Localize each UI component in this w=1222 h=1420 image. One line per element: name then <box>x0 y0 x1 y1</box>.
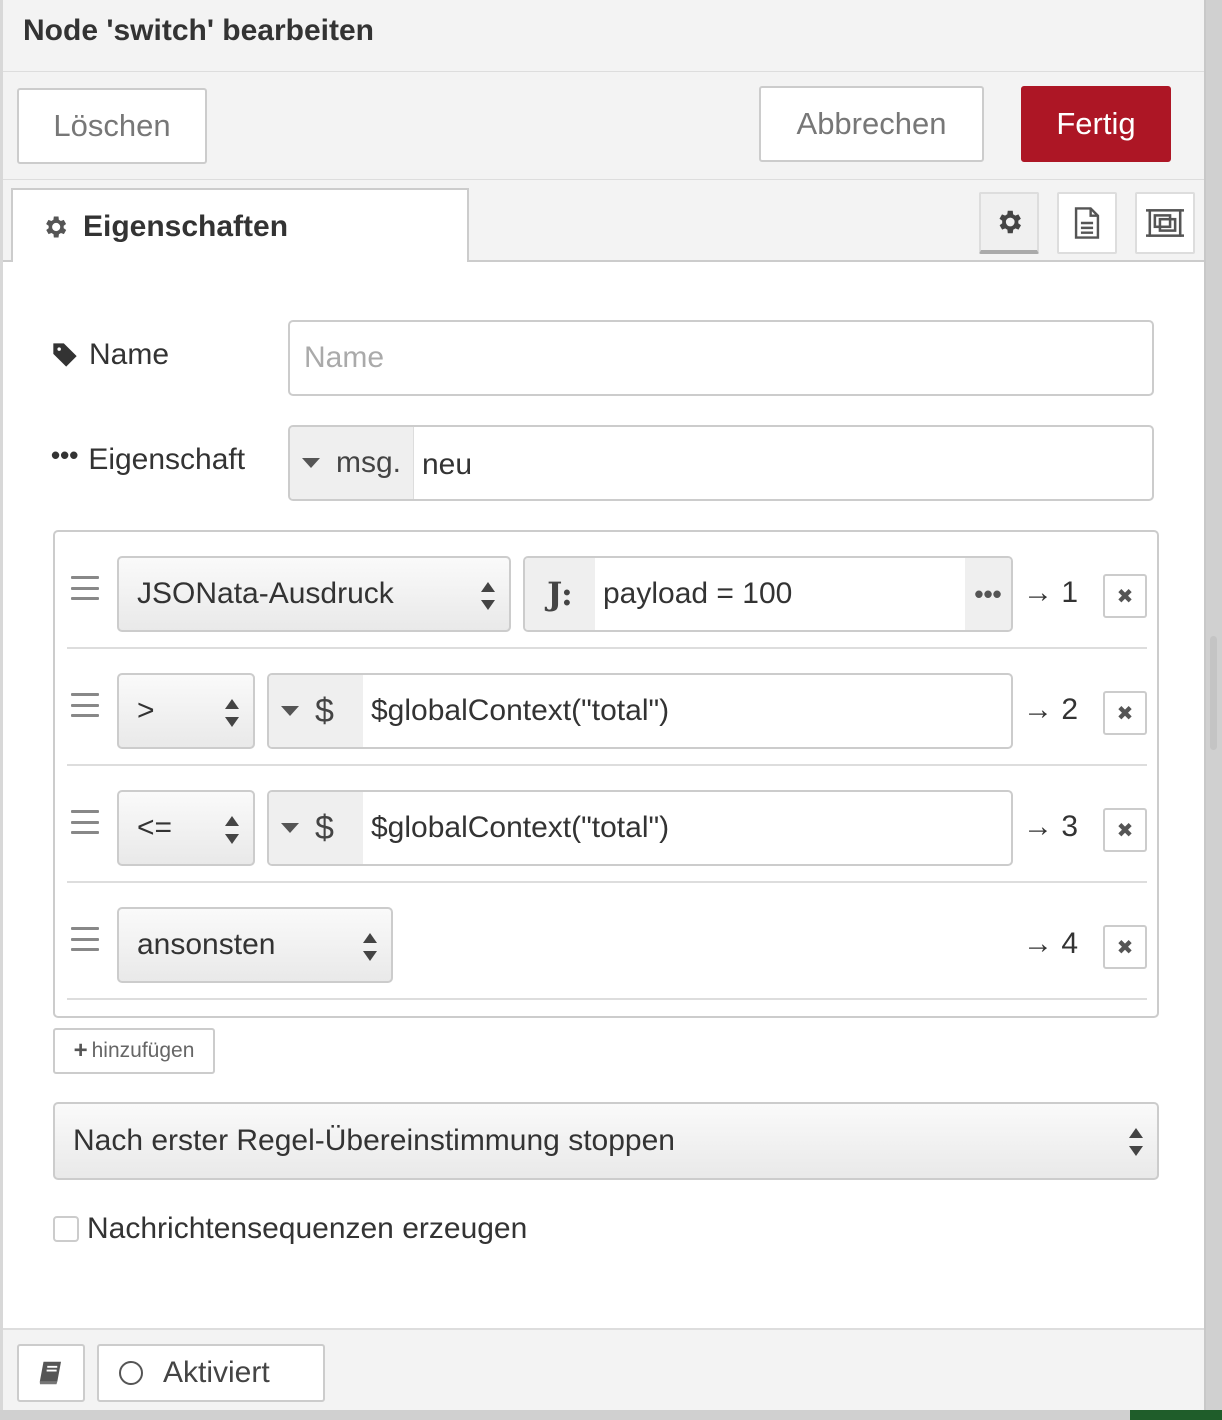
rule-value-input[interactable]: $ $globalContext("total") <box>267 673 1013 749</box>
rule-operator-select[interactable]: <= <box>117 790 255 866</box>
rule-row: <= $ $globalContext("total") → 3 ✖ <box>67 766 1147 883</box>
checking-mode-label: Nach erster Regel-Übereinstimmung stoppe… <box>73 1124 675 1157</box>
drag-handle-icon[interactable] <box>71 693 99 717</box>
remove-rule-button[interactable]: ✖ <box>1103 691 1147 735</box>
checking-mode-select[interactable]: Nach erster Regel-Übereinstimmung stoppe… <box>53 1102 1159 1180</box>
updown-arrows-icon <box>225 699 239 727</box>
rule-operator-select[interactable]: > <box>117 673 255 749</box>
remove-rule-button[interactable]: ✖ <box>1103 574 1147 618</box>
rule-output-label: → 1 <box>1023 576 1079 609</box>
dollar-icon: $ <box>315 808 334 847</box>
property-input[interactable]: msg. neu <box>288 425 1154 501</box>
rule-output-label: → 3 <box>1023 810 1079 843</box>
remove-rule-button[interactable]: ✖ <box>1103 925 1147 969</box>
jsonata-icon[interactable]: J: <box>525 558 595 630</box>
drag-handle-icon[interactable] <box>71 927 99 951</box>
rule-operator-label: > <box>137 694 155 727</box>
tag-icon <box>51 341 79 369</box>
dialog-footer: Aktiviert <box>3 1328 1204 1410</box>
updown-arrows-icon <box>225 816 239 844</box>
properties-panel: Name ••• Eigenschaft msg. neu JSONata-Au… <box>3 262 1204 1328</box>
caret-down-icon <box>281 823 299 833</box>
scrollbar-thumb[interactable] <box>1210 636 1217 750</box>
rule-row: JSONata-Ausdruck J: payload = 100 ••• → … <box>67 532 1147 649</box>
property-label-text: Eigenschaft <box>88 443 246 476</box>
sequence-checkbox[interactable] <box>53 1216 79 1242</box>
name-label-text: Name <box>89 338 170 371</box>
sequence-label[interactable]: Nachrichtensequenzen erzeugen <box>87 1212 527 1246</box>
value-type-selector[interactable]: $ <box>269 792 363 864</box>
rule-operator-select[interactable]: JSONata-Ausdruck <box>117 556 511 632</box>
rules-list: JSONata-Ausdruck J: payload = 100 ••• → … <box>53 530 1159 1018</box>
rule-operator-label: ansonsten <box>137 928 276 961</box>
rule-operator-label: <= <box>137 811 173 844</box>
tab-bar: Eigenschaften <box>3 180 1204 264</box>
drag-handle-icon[interactable] <box>71 576 99 600</box>
plus-icon: + <box>73 1037 88 1064</box>
dialog-title: Node 'switch' bearbeiten <box>3 0 1204 72</box>
tab-properties-label: Eigenschaften <box>83 210 289 243</box>
rule-operator-label: JSONata-Ausdruck <box>137 577 394 610</box>
done-button[interactable]: Fertig <box>1021 86 1171 162</box>
tab-properties[interactable]: Eigenschaften <box>11 188 469 264</box>
name-label: Name <box>51 338 169 372</box>
property-type-selector[interactable]: msg. <box>290 427 414 499</box>
cancel-button[interactable]: Abbrechen <box>759 86 984 162</box>
caret-down-icon <box>302 458 320 468</box>
node-enabled-label: Aktiviert <box>163 1356 270 1389</box>
rule-value[interactable]: payload = 100 <box>595 558 965 630</box>
add-rule-button[interactable]: + hinzufügen <box>53 1028 215 1074</box>
rule-row: > $ $globalContext("total") → 2 ✖ <box>67 649 1147 766</box>
rule-value-input[interactable]: $ $globalContext("total") <box>267 790 1013 866</box>
appearance-icon[interactable] <box>1135 192 1195 254</box>
edit-dialog: Node 'switch' bearbeiten Löschen Abbrech… <box>0 0 1206 1410</box>
add-rule-label: hinzufügen <box>91 1039 195 1062</box>
more-icon[interactable]: ••• <box>965 558 1011 630</box>
gear-icon[interactable] <box>979 192 1039 254</box>
ellipsis-icon: ••• <box>51 439 79 470</box>
updown-arrows-icon <box>481 582 495 610</box>
property-type-label: msg. <box>336 446 402 479</box>
rule-value[interactable]: $globalContext("total") <box>363 792 1011 864</box>
drag-handle-icon[interactable] <box>71 810 99 834</box>
gear-icon <box>41 213 69 241</box>
updown-arrows-icon <box>363 933 377 961</box>
rule-output-label: → 4 <box>1023 927 1079 960</box>
name-input[interactable] <box>288 320 1154 396</box>
dollar-icon: $ <box>315 691 334 730</box>
delete-button[interactable]: Löschen <box>17 88 207 164</box>
circle-icon <box>119 1361 143 1385</box>
property-label: ••• Eigenschaft <box>51 439 246 477</box>
rule-value-input[interactable]: J: payload = 100 ••• <box>523 556 1013 632</box>
updown-arrows-icon <box>1129 1128 1143 1156</box>
document-icon[interactable] <box>1057 192 1117 254</box>
caret-down-icon <box>281 706 299 716</box>
property-value[interactable]: neu <box>414 431 1152 499</box>
dialog-toolbar: Löschen Abbrechen Fertig <box>3 72 1204 180</box>
rule-value[interactable]: $globalContext("total") <box>363 675 1011 747</box>
rule-operator-select[interactable]: ansonsten <box>117 907 393 983</box>
background-workspace <box>1130 1410 1222 1420</box>
sequence-option: Nachrichtensequenzen erzeugen <box>53 1212 527 1246</box>
rule-row: ansonsten → 4 ✖ <box>67 883 1147 1000</box>
node-enabled-toggle[interactable]: Aktiviert <box>97 1344 325 1402</box>
book-icon[interactable] <box>17 1344 85 1402</box>
value-type-selector[interactable]: $ <box>269 675 363 747</box>
rule-output-label: → 2 <box>1023 693 1079 726</box>
remove-rule-button[interactable]: ✖ <box>1103 808 1147 852</box>
